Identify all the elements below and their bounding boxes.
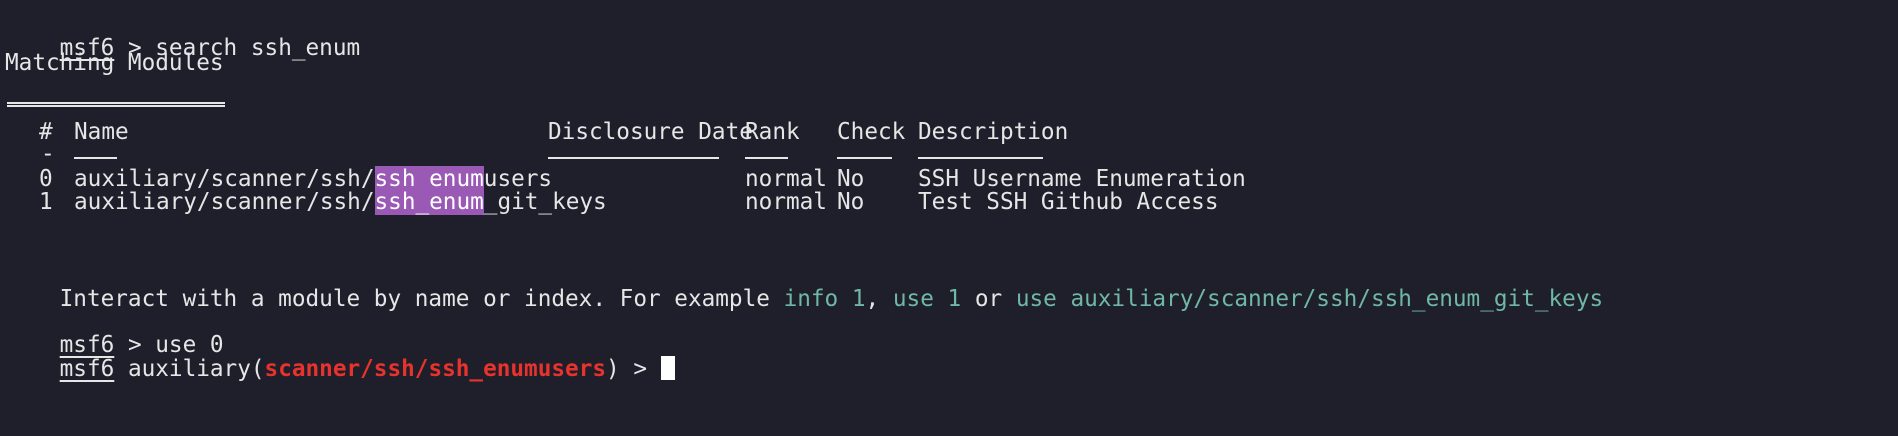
example-use-index-command: use 1: [892, 286, 962, 312]
check-underline: [837, 157, 892, 159]
interact-hint: Interact with a module by name or index.…: [59, 286, 1604, 312]
row-check: No: [837, 189, 865, 215]
active-module-name: scanner/ssh/ssh_enumusers: [264, 356, 607, 382]
row-num: 1: [39, 189, 53, 215]
search-match-highlight: ssh_enum: [374, 189, 484, 215]
text-cursor[interactable]: [660, 356, 675, 380]
table-row[interactable]: 1 auxiliary/scanner/ssh/ssh_enum_git_key…: [0, 188, 1898, 216]
matching-modules-title: Matching Modules: [5, 50, 224, 76]
row-module-name: auxiliary/scanner/ssh/ssh_enum_git_keys: [74, 189, 607, 215]
name-underline: [74, 157, 117, 159]
terminal-window[interactable]: msf6 > search ssh_enum Matching Modules …: [0, 0, 1898, 436]
example-use-name-command: use auxiliary/scanner/ssh/ssh_enum_git_k…: [1015, 286, 1604, 312]
date-underline: [548, 157, 719, 159]
row-rank: normal: [745, 189, 827, 215]
prompt-label: msf6: [59, 356, 115, 382]
title-double-underline: [7, 102, 225, 107]
rank-underline: [745, 157, 788, 159]
num-dash: -: [41, 141, 55, 167]
description-underline: [918, 157, 1043, 159]
header-dash-row: -: [0, 142, 1898, 166]
current-prompt-line[interactable]: msf6 auxiliary(scanner/ssh/ssh_enumusers…: [5, 327, 675, 382]
row-description: Test SSH Github Access: [918, 189, 1219, 215]
command-line-search: msf6 > search ssh_enum: [5, 6, 361, 61]
example-info-command: info 1: [783, 286, 866, 312]
